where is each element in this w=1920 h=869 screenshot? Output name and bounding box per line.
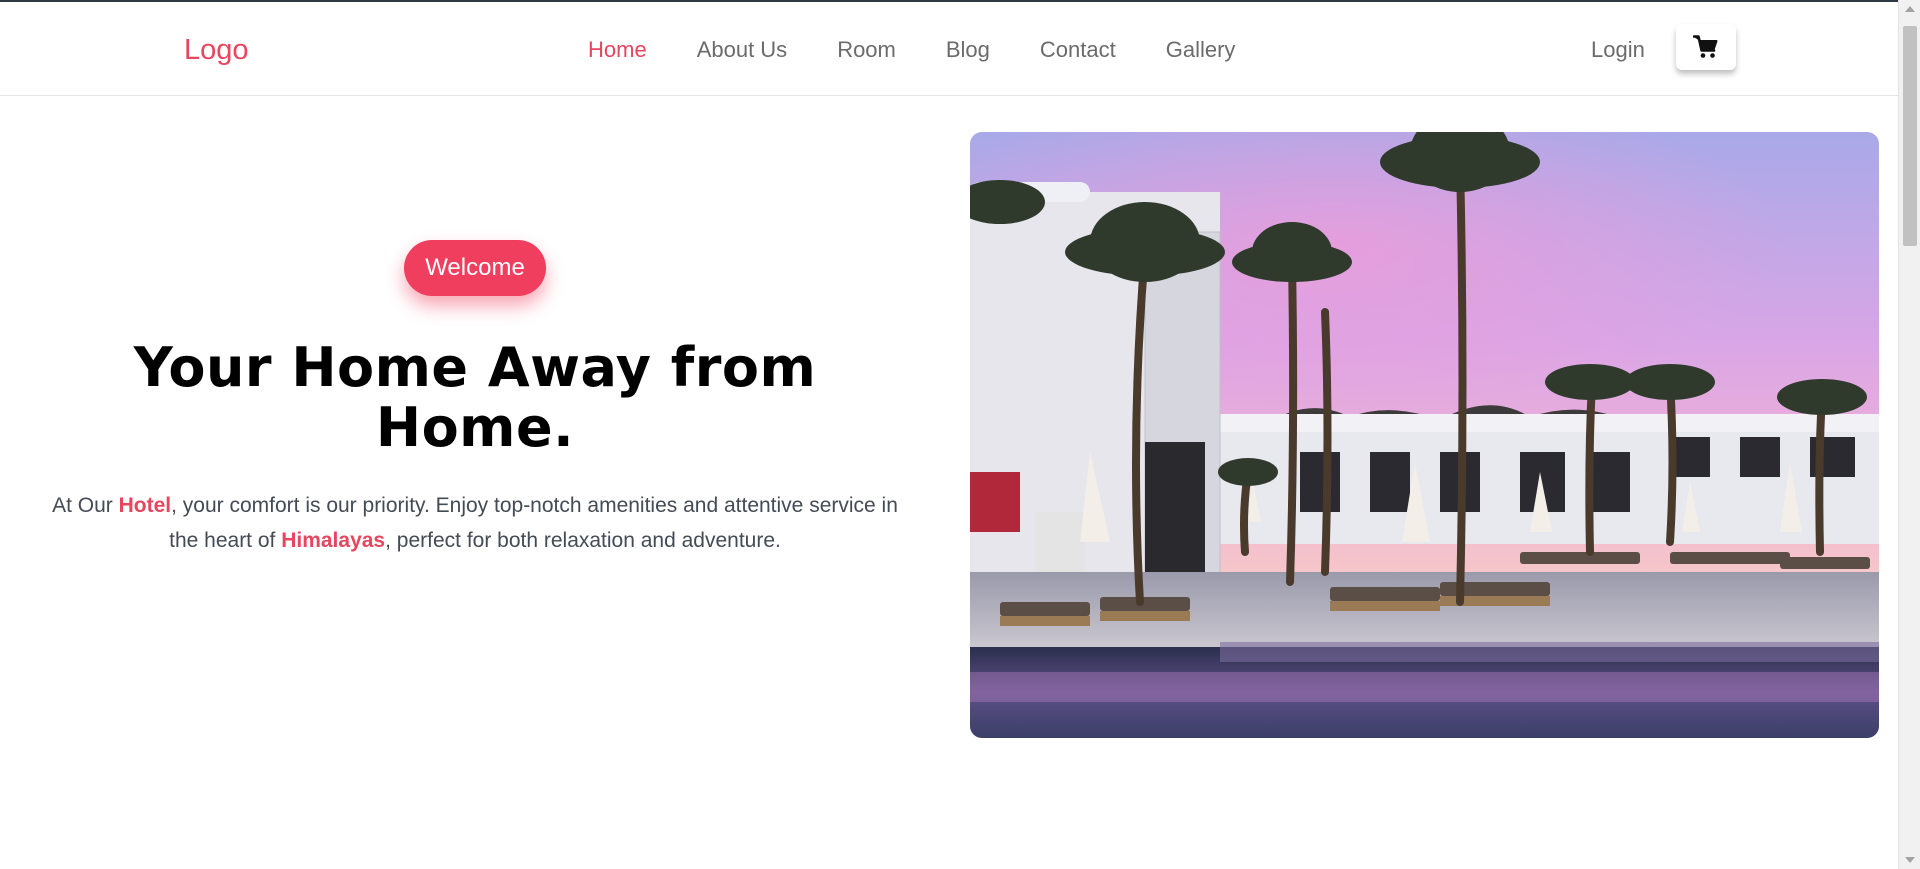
welcome-badge[interactable]: Welcome [404,240,546,296]
scrollbar-thumb[interactable] [1903,26,1917,246]
hero-headline: Your Home Away from Home. [133,336,817,459]
nav-item-contact[interactable]: Contact [1040,37,1116,63]
desc-text-3: , perfect for both relaxation and advent… [385,529,781,552]
site-logo[interactable]: Logo [184,34,249,67]
shopping-cart-icon [1693,35,1718,58]
nav-item-gallery[interactable]: Gallery [1166,37,1236,63]
vertical-scrollbar[interactable] [1898,0,1920,869]
desc-text-1: At Our [52,494,119,517]
desc-highlight-hotel: Hotel [118,494,172,517]
nav-item-blog[interactable]: Blog [946,37,990,63]
nav-item-room[interactable]: Room [837,37,896,63]
login-link[interactable]: Login [1591,37,1645,63]
scroll-down-arrow-icon[interactable] [1905,857,1915,863]
hero-description: At Our Hotel, your comfort is our priori… [40,488,910,558]
nav-item-about-us[interactable]: About Us [697,37,788,63]
scroll-up-arrow-icon[interactable] [1905,6,1915,12]
hero-image [970,132,1879,738]
desc-highlight-himalayas: Himalayas [281,529,386,552]
cart-button[interactable] [1676,24,1736,70]
nav-item-home[interactable]: Home [588,37,647,63]
main-nav: Home About Us Room Blog Contact Gallery [588,37,1285,63]
navbar: Logo Home About Us Room Blog Contact Gal… [0,2,1898,96]
